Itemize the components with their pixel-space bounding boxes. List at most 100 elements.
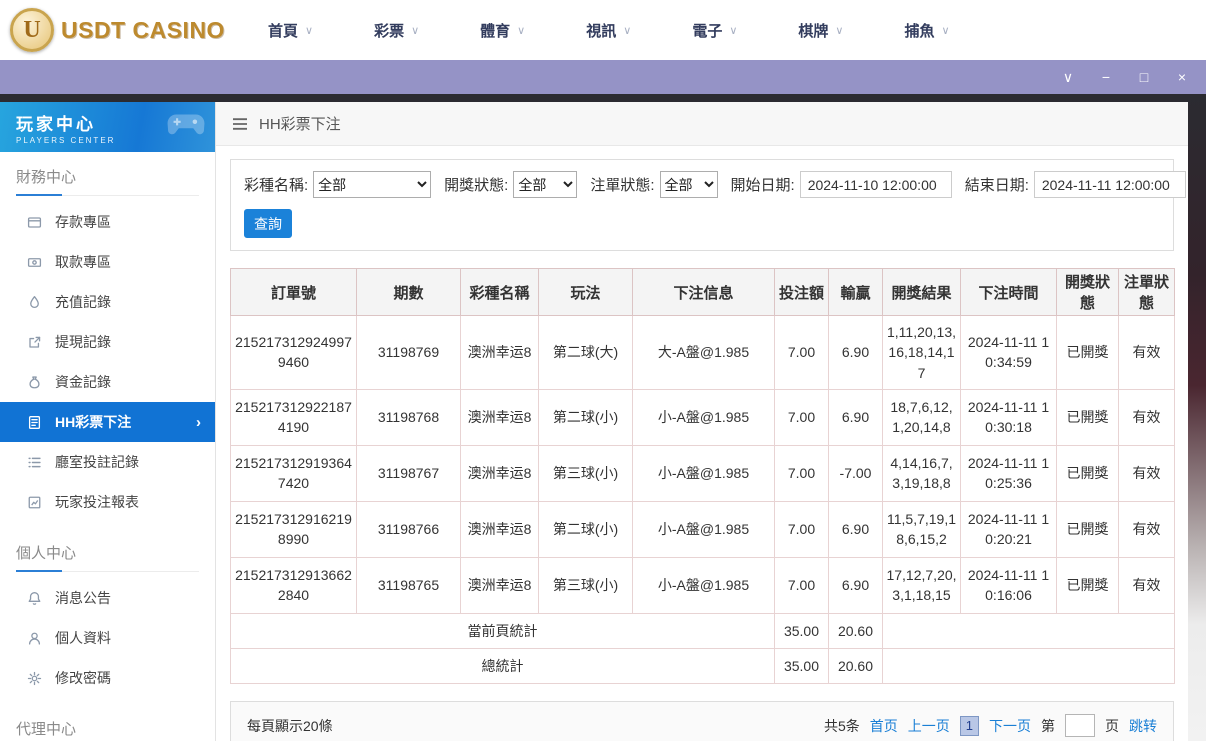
total-summary-row: 總統計 35.00 20.60 <box>230 647 1175 684</box>
cell-bet-status: 有效 <box>1118 315 1175 390</box>
cell-period: 31198766 <box>356 500 461 558</box>
cell-bet-status: 有效 <box>1118 556 1175 614</box>
current-page: 1 <box>959 715 979 736</box>
app-window: U USDT CASINO 首頁 ∨ 彩票 ∨ 體育 ∨ 視訊 ∨ 電子 ∨ 棋牌 ∨ 捕魚… <box>0 0 1206 741</box>
per-page-label: 每頁顯示20條 <box>247 717 333 734</box>
cell-lottery-name: 澳洲幸运8 <box>460 556 539 614</box>
window-maximize-button[interactable]: □ <box>1136 70 1152 84</box>
sidebar-section-finance: 財務中心 <box>16 166 199 196</box>
window-collapse-button[interactable]: ∨ <box>1060 70 1076 84</box>
nav-item-boardgames[interactable]: 棋牌 ∨ <box>798 20 843 41</box>
cell-order-id: 2152173129249979460 <box>230 315 357 390</box>
sidebar-item-change-password[interactable]: 修改密碼 <box>0 658 215 698</box>
cell-draw-result: 11,5,7,19,18,6,15,2 <box>882 500 961 558</box>
bank-card-icon <box>27 215 42 230</box>
total-summary-empty <box>882 647 1175 684</box>
cell-win-loss: 6.90 <box>828 500 883 558</box>
start-date-input[interactable] <box>799 171 952 198</box>
col-header-period: 期數 <box>356 268 461 316</box>
menu-icon[interactable] <box>232 117 248 131</box>
sidebar-item-player-bet-report[interactable]: 玩家投注報表 <box>0 482 215 522</box>
nav-item-home[interactable]: 首頁 ∨ <box>268 20 313 41</box>
document-lines-icon <box>27 415 42 430</box>
col-header-bet-info: 下注信息 <box>632 268 775 316</box>
sidebar-item-recharge-records[interactable]: 充值記錄 <box>0 282 215 322</box>
next-page-link[interactable]: 下一页 <box>989 716 1031 736</box>
page-summary-winloss-total: 20.60 <box>828 612 883 649</box>
money-bag-icon <box>27 375 42 390</box>
lottery-name-select[interactable]: 全部 <box>313 171 432 198</box>
cell-play-type: 第三球(小) <box>538 444 633 502</box>
jump-label-suffix: 页 <box>1105 717 1119 734</box>
nav-item-label: 首頁 <box>268 22 299 40</box>
total-summary-bet-total: 35.00 <box>774 647 829 684</box>
end-date-input[interactable] <box>1033 171 1186 198</box>
nav-item-label: 電子 <box>692 22 723 40</box>
nav-item-lottery[interactable]: 彩票 ∨ <box>374 20 419 41</box>
sidebar-section-personal: 個人中心 <box>16 542 199 572</box>
cell-draw-result: 17,12,7,20,3,1,18,15 <box>882 556 961 614</box>
nav-item-label: 視訊 <box>586 22 617 40</box>
table-row: 2152173129221874190 31198768 澳洲幸运8 第二球(小… <box>230 388 1175 446</box>
brand-logo[interactable]: U USDT CASINO <box>0 8 228 52</box>
cell-bet-status: 有效 <box>1118 444 1175 502</box>
search-button[interactable]: 查詢 <box>244 209 292 238</box>
sidebar-item-label: 存款專區 <box>55 214 111 230</box>
draw-status-select[interactable]: 全部 <box>513 171 578 198</box>
cell-order-id: 2152173129193647420 <box>230 444 357 502</box>
cell-draw-status: 已開獎 <box>1056 388 1119 446</box>
total-summary-label: 總統計 <box>230 647 775 684</box>
page-title: HH彩票下注 <box>259 116 341 133</box>
cell-play-type: 第三球(小) <box>538 556 633 614</box>
nav-item-label: 體育 <box>480 22 511 40</box>
finance-menu: 存款專區 取款專區 充值記錄 提現記錄 資金記錄 HH彩票下注 › 廳室投註記錄… <box>0 196 215 528</box>
sidebar-item-hh-lottery-bets[interactable]: HH彩票下注 › <box>0 402 215 442</box>
window-minimize-button[interactable]: − <box>1098 70 1114 84</box>
col-header-play-type: 玩法 <box>538 268 633 316</box>
nav-item-video[interactable]: 視訊 ∨ <box>586 20 631 41</box>
cell-draw-result: 18,7,6,12,1,20,14,8 <box>882 388 961 446</box>
logo-mark-icon: U <box>10 8 54 52</box>
total-count: 共5条 <box>823 717 860 734</box>
nav-item-fishing[interactable]: 捕魚 ∨ <box>904 20 949 41</box>
cell-bet-status: 有效 <box>1118 500 1175 558</box>
first-page-link[interactable]: 首页 <box>870 716 898 736</box>
nav-item-sports[interactable]: 體育 ∨ <box>480 20 525 41</box>
sidebar-item-profile[interactable]: 個人資料 <box>0 618 215 658</box>
start-date-label: 開始日期: <box>730 177 795 194</box>
sidebar-item-label: 提現記錄 <box>55 334 111 350</box>
bet-status-label: 注單狀態: <box>590 177 655 194</box>
jump-button[interactable]: 跳转 <box>1129 716 1157 736</box>
table-row: 2152173129249979460 31198769 澳洲幸运8 第二球(大… <box>230 315 1175 390</box>
sidebar-item-label: 廳室投註記錄 <box>55 454 139 470</box>
logo-text: USDT CASINO <box>61 16 225 43</box>
bet-status-select[interactable]: 全部 <box>659 171 718 198</box>
nav-item-egames[interactable]: 電子 ∨ <box>692 20 737 41</box>
sidebar-item-funds-records[interactable]: 資金記錄 <box>0 362 215 402</box>
sidebar-item-deposit[interactable]: 存款專區 <box>0 202 215 242</box>
cell-bet-info: 小-A盤@1.985 <box>632 444 775 502</box>
nav-item-label: 彩票 <box>374 22 405 40</box>
nav-item-label: 棋牌 <box>798 22 829 40</box>
page-summary-label: 當前頁統計 <box>230 612 775 649</box>
jump-page-input[interactable] <box>1065 714 1095 738</box>
content-area: 彩種名稱: 全部 開獎狀態: 全部 注單狀態: 全部 開始日期: 2024-11… <box>216 146 1188 741</box>
bets-table: 訂單號 期數 彩種名稱 玩法 下注信息 投注額 輸贏 開獎結果 下注時間 開獎狀… <box>230 268 1175 684</box>
droplet-icon <box>27 295 42 310</box>
chevron-down-icon: ∨ <box>305 24 314 37</box>
sidebar-item-room-bet-records[interactable]: 廳室投註記錄 <box>0 442 215 482</box>
page-summary-empty <box>882 612 1175 649</box>
sidebar-item-announcements[interactable]: 消息公告 <box>0 578 215 618</box>
nav-item-label: 捕魚 <box>904 22 935 40</box>
cell-period: 31198767 <box>356 444 461 502</box>
prev-page-link[interactable]: 上一页 <box>908 716 950 736</box>
sidebar-item-withdrawal-records[interactable]: 提現記錄 <box>0 322 215 362</box>
cell-bet-amount: 7.00 <box>774 315 829 390</box>
cell-bet-time: 2024-11-11 10:25:36 <box>960 444 1057 502</box>
table-row: 2152173129193647420 31198767 澳洲幸运8 第三球(小… <box>230 444 1175 502</box>
page-header: HH彩票下注 <box>216 102 1188 146</box>
sidebar-item-withdraw[interactable]: 取款專區 <box>0 242 215 282</box>
main-menu: 首頁 ∨ 彩票 ∨ 體育 ∨ 視訊 ∨ 電子 ∨ 棋牌 ∨ 捕魚 ∨ <box>268 20 950 41</box>
chevron-down-icon: ∨ <box>729 24 738 37</box>
window-close-button[interactable]: × <box>1174 70 1190 84</box>
